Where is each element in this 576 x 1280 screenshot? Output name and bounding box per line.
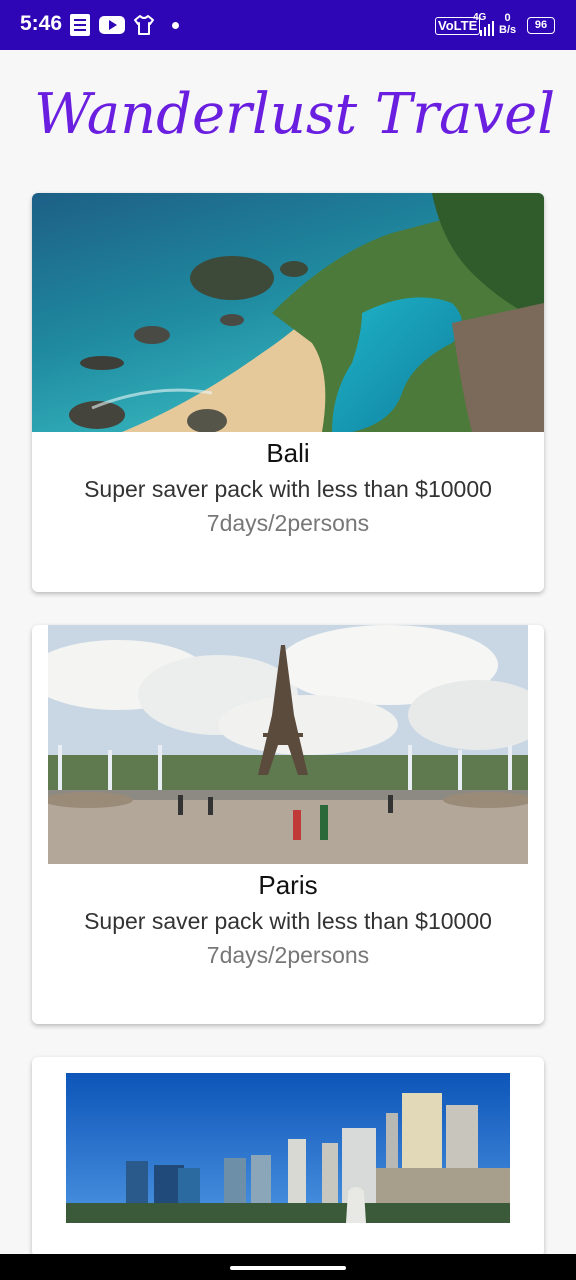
destination-card-paris[interactable]: Paris Super saver pack with less than $1… bbox=[32, 625, 544, 1024]
eiffel-tower-photo bbox=[48, 625, 528, 864]
battery-icon: 96 bbox=[527, 17, 555, 34]
shirt-icon bbox=[134, 15, 154, 35]
speed-unit: B/s bbox=[499, 24, 517, 36]
destination-description: Super saver pack with less than $10000 bbox=[84, 476, 492, 502]
destination-duration: 7days/2persons bbox=[206, 510, 370, 536]
system-nav-bar bbox=[0, 1254, 576, 1280]
status-bar: 5:46 VoLTE 4G 0 B/s 96 bbox=[0, 0, 576, 50]
destination-name: Bali bbox=[266, 438, 310, 468]
signal-icon bbox=[480, 21, 494, 36]
singapore-skyline-photo bbox=[66, 1073, 510, 1223]
status-time: 5:46 bbox=[20, 12, 63, 35]
data-speed: 0 B/s bbox=[499, 12, 516, 36]
destination-card-bali[interactable]: Bali Super saver pack with less than $10… bbox=[32, 193, 544, 592]
notification-dot-icon bbox=[172, 22, 179, 29]
destination-description: Super saver pack with less than $10000 bbox=[84, 908, 492, 934]
app-title: Wanderlust Travel bbox=[34, 82, 556, 147]
bali-coast-photo bbox=[32, 193, 544, 432]
destination-card-singapore[interactable] bbox=[32, 1057, 544, 1257]
destination-duration: 7days/2persons bbox=[206, 942, 370, 968]
youtube-icon bbox=[99, 16, 125, 34]
document-icon bbox=[70, 14, 90, 36]
home-gesture-handle[interactable] bbox=[230, 1266, 346, 1270]
destination-name: Paris bbox=[258, 870, 318, 900]
speed-value: 0 bbox=[504, 12, 511, 24]
